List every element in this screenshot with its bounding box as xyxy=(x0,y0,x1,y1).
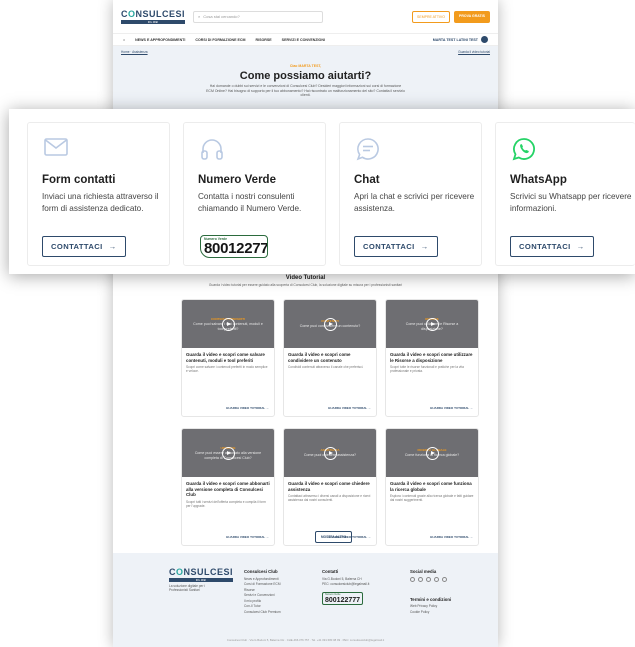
tutorials-subtitle: Guarda i video tutorial per essere guida… xyxy=(208,283,403,287)
arrow-right-icon: → xyxy=(368,535,371,539)
video-thumbnail[interactable]: RICERCA GLOBALE Come funziona la ricerca… xyxy=(386,429,478,477)
tutorial-card[interactable]: RICERCA GLOBALE Come funziona la ricerca… xyxy=(385,428,479,546)
play-icon[interactable] xyxy=(323,317,337,331)
contact-card-phone: Numero Verde Contatta i nostri consulent… xyxy=(183,122,326,266)
contact-chat-button[interactable]: CONTATTACI → xyxy=(354,236,438,257)
background-page: CONSULCESI CLUB ⌕ Cosa stai cercando? SE… xyxy=(113,0,498,647)
instagram-icon[interactable] xyxy=(426,576,431,582)
trial-button[interactable]: PROVA GRATIS xyxy=(454,10,490,23)
show-more-button[interactable]: MOSTRA ALTRO xyxy=(315,531,353,543)
card-desc: Contatta i nostri consulenti chiamando i… xyxy=(198,192,302,214)
footer-col-club: Consulcesi Club News e Approfondimenti C… xyxy=(244,569,281,616)
linkedin-icon[interactable] xyxy=(418,576,423,582)
contact-card-whatsapp: WhatsApp Scrivici su Whatsapp per riceve… xyxy=(495,122,635,266)
twitter-icon[interactable] xyxy=(434,576,439,582)
arrow-right-icon: → xyxy=(266,535,269,539)
footer-logo[interactable]: CONSULCESI CLUB xyxy=(169,567,234,582)
card-title: Chat xyxy=(354,174,380,186)
footer-tagline: La soluzione digitale per i Professionis… xyxy=(169,584,205,593)
site-logo[interactable]: CONSULCESI CLUB xyxy=(121,9,186,24)
footer-col-social: Social media Termini e condizioni Web Pr… xyxy=(410,569,452,616)
arrow-right-icon: → xyxy=(108,242,117,251)
breadcrumb[interactable]: Home · Assistenza xyxy=(121,50,148,54)
search-icon: ⌕ xyxy=(198,14,201,19)
nav-item-news[interactable]: NEWS E APPROFONDIMENTI xyxy=(135,38,185,42)
site-header: CONSULCESI CLUB ⌕ Cosa stai cercando? SE… xyxy=(113,0,498,34)
video-thumbnail[interactable]: CONTENUTI PREFERITI Come puoi salvare i … xyxy=(182,300,274,348)
arrow-right-icon: → xyxy=(470,535,473,539)
card-desc: Scrivici su Whatsapp per ricevere inform… xyxy=(510,192,632,214)
contact-card-chat: Chat Apri la chat e scrivici per ricever… xyxy=(339,122,482,266)
play-icon[interactable] xyxy=(221,446,235,460)
nav-item-corsi[interactable]: CORSI DI FORMAZIONE ECM xyxy=(195,38,245,42)
arrow-right-icon: → xyxy=(576,242,585,251)
card-desc: Apri la chat e scrivici per ricevere ass… xyxy=(354,192,475,214)
play-icon[interactable] xyxy=(425,317,439,331)
status-button[interactable]: SEMPRE ATTIVO xyxy=(412,10,450,23)
page-title: Come possiamo aiutarti? xyxy=(239,70,372,82)
site-footer: CONSULCESI CLUB La soluzione digitale pe… xyxy=(113,553,498,647)
tutorials-header: Video Tutorial Guarda i video tutorial p… xyxy=(113,275,498,287)
video-thumbnail[interactable]: UPGRADE Come puoi essere abbonato alla v… xyxy=(182,429,274,477)
youtube-icon[interactable] xyxy=(442,576,447,582)
hero-section: Home · Assistenza Guarda il video tutori… xyxy=(113,46,498,110)
card-title: WhatsApp xyxy=(510,174,567,186)
toll-free-badge[interactable]: Numero Verde 800122777 xyxy=(322,591,364,605)
headphones-icon xyxy=(201,139,223,160)
watch-tutorial-link[interactable]: GUARDA VIDEO TUTORIAL → xyxy=(226,406,269,410)
video-thumbnail[interactable]: ASSISTENZA Come puoi chiedere assistenza… xyxy=(284,429,376,477)
watch-tutorial-link[interactable]: GUARDA VIDEO TUTORIAL → xyxy=(226,535,269,539)
contact-card-form: Form contatti Inviaci una richiesta attr… xyxy=(27,122,170,266)
mail-icon xyxy=(44,138,68,156)
video-tutorial-link[interactable]: Guarda il video tutorial xyxy=(458,50,490,54)
arrow-right-icon: → xyxy=(420,242,429,251)
tutorial-card[interactable]: RISORSE Come puoi utilizzare le Risorse … xyxy=(385,299,479,417)
play-icon[interactable] xyxy=(221,317,235,331)
footer-link[interactable]: Cookie Policy xyxy=(410,610,451,616)
watch-tutorial-link[interactable]: GUARDA VIDEO TUTORIAL → xyxy=(430,535,473,539)
video-thumbnail[interactable]: RISORSE Come puoi utilizzare le Risorse … xyxy=(386,300,478,348)
contact-whatsapp-button[interactable]: CONTATTACI → xyxy=(510,236,594,257)
home-icon[interactable]: ⌂ xyxy=(123,38,125,42)
arrow-right-icon: → xyxy=(368,406,371,410)
page-subtitle: Hai domande o dubbi sui servizi e le con… xyxy=(206,84,405,98)
footer-link[interactable]: Consulcesi Club Premium xyxy=(244,610,281,616)
user-menu[interactable]: MARTA TEST LATINI TEST xyxy=(433,36,488,43)
watch-tutorial-link[interactable]: GUARDA VIDEO TUTORIAL → xyxy=(430,406,473,410)
whatsapp-icon xyxy=(512,138,535,161)
tutorial-card[interactable]: ASSISTENZA Come puoi chiedere assistenza… xyxy=(283,428,377,546)
main-nav: ⌂ NEWS E APPROFONDIMENTI CORSI DI FORMAZ… xyxy=(113,34,498,46)
search-input[interactable]: ⌕ Cosa stai cercando? xyxy=(193,10,324,23)
arrow-right-icon: → xyxy=(470,406,473,410)
tutorial-card[interactable]: CONTENUTI Come puoi condividere un conte… xyxy=(283,299,377,417)
facebook-icon[interactable] xyxy=(410,576,415,582)
card-title: Form contatti xyxy=(42,174,116,186)
chat-bubble-icon xyxy=(356,138,379,161)
tutorials-title: Video Tutorial xyxy=(285,275,326,281)
video-thumbnail[interactable]: CONTENUTI Come puoi condividere un conte… xyxy=(284,300,376,348)
tutorial-grid: CONTENUTI PREFERITI Come puoi salvare i … xyxy=(181,299,479,546)
tutorial-card[interactable]: CONTENUTI PREFERITI Come puoi salvare i … xyxy=(181,299,275,417)
contact-options-panel: Form contatti Inviaci una richiesta attr… xyxy=(9,109,635,274)
contact-form-button[interactable]: CONTATTACI → xyxy=(42,236,126,257)
nav-item-risorse[interactable]: RISORSE xyxy=(255,38,271,42)
tutorial-card[interactable]: UPGRADE Come puoi essere abbonato alla v… xyxy=(181,428,275,546)
arrow-right-icon: → xyxy=(266,406,269,410)
greeting: Ciao MARTA TEST, xyxy=(289,64,322,68)
footer-col-contacts: Contatti Via G.Bodoni 5, Balerna CH PEC:… xyxy=(322,569,370,605)
card-desc: Inviaci una richiesta attraverso il form… xyxy=(42,192,159,214)
footer-link[interactable]: Corsi di Formazione ECM xyxy=(244,582,281,588)
toll-free-badge[interactable]: Numero Verde 800122777 xyxy=(200,235,268,258)
watch-tutorial-link[interactable]: GUARDA VIDEO TUTORIAL → xyxy=(328,406,371,410)
avatar xyxy=(481,36,488,43)
nav-item-servizi[interactable]: SERVIZI E CONVENZIONI xyxy=(282,38,325,42)
play-icon[interactable] xyxy=(425,446,439,460)
footer-legal: Consulcesi Club · Via G.Bodoni 5, Balern… xyxy=(226,638,385,642)
play-icon[interactable] xyxy=(323,446,337,460)
card-title: Numero Verde xyxy=(198,174,276,186)
